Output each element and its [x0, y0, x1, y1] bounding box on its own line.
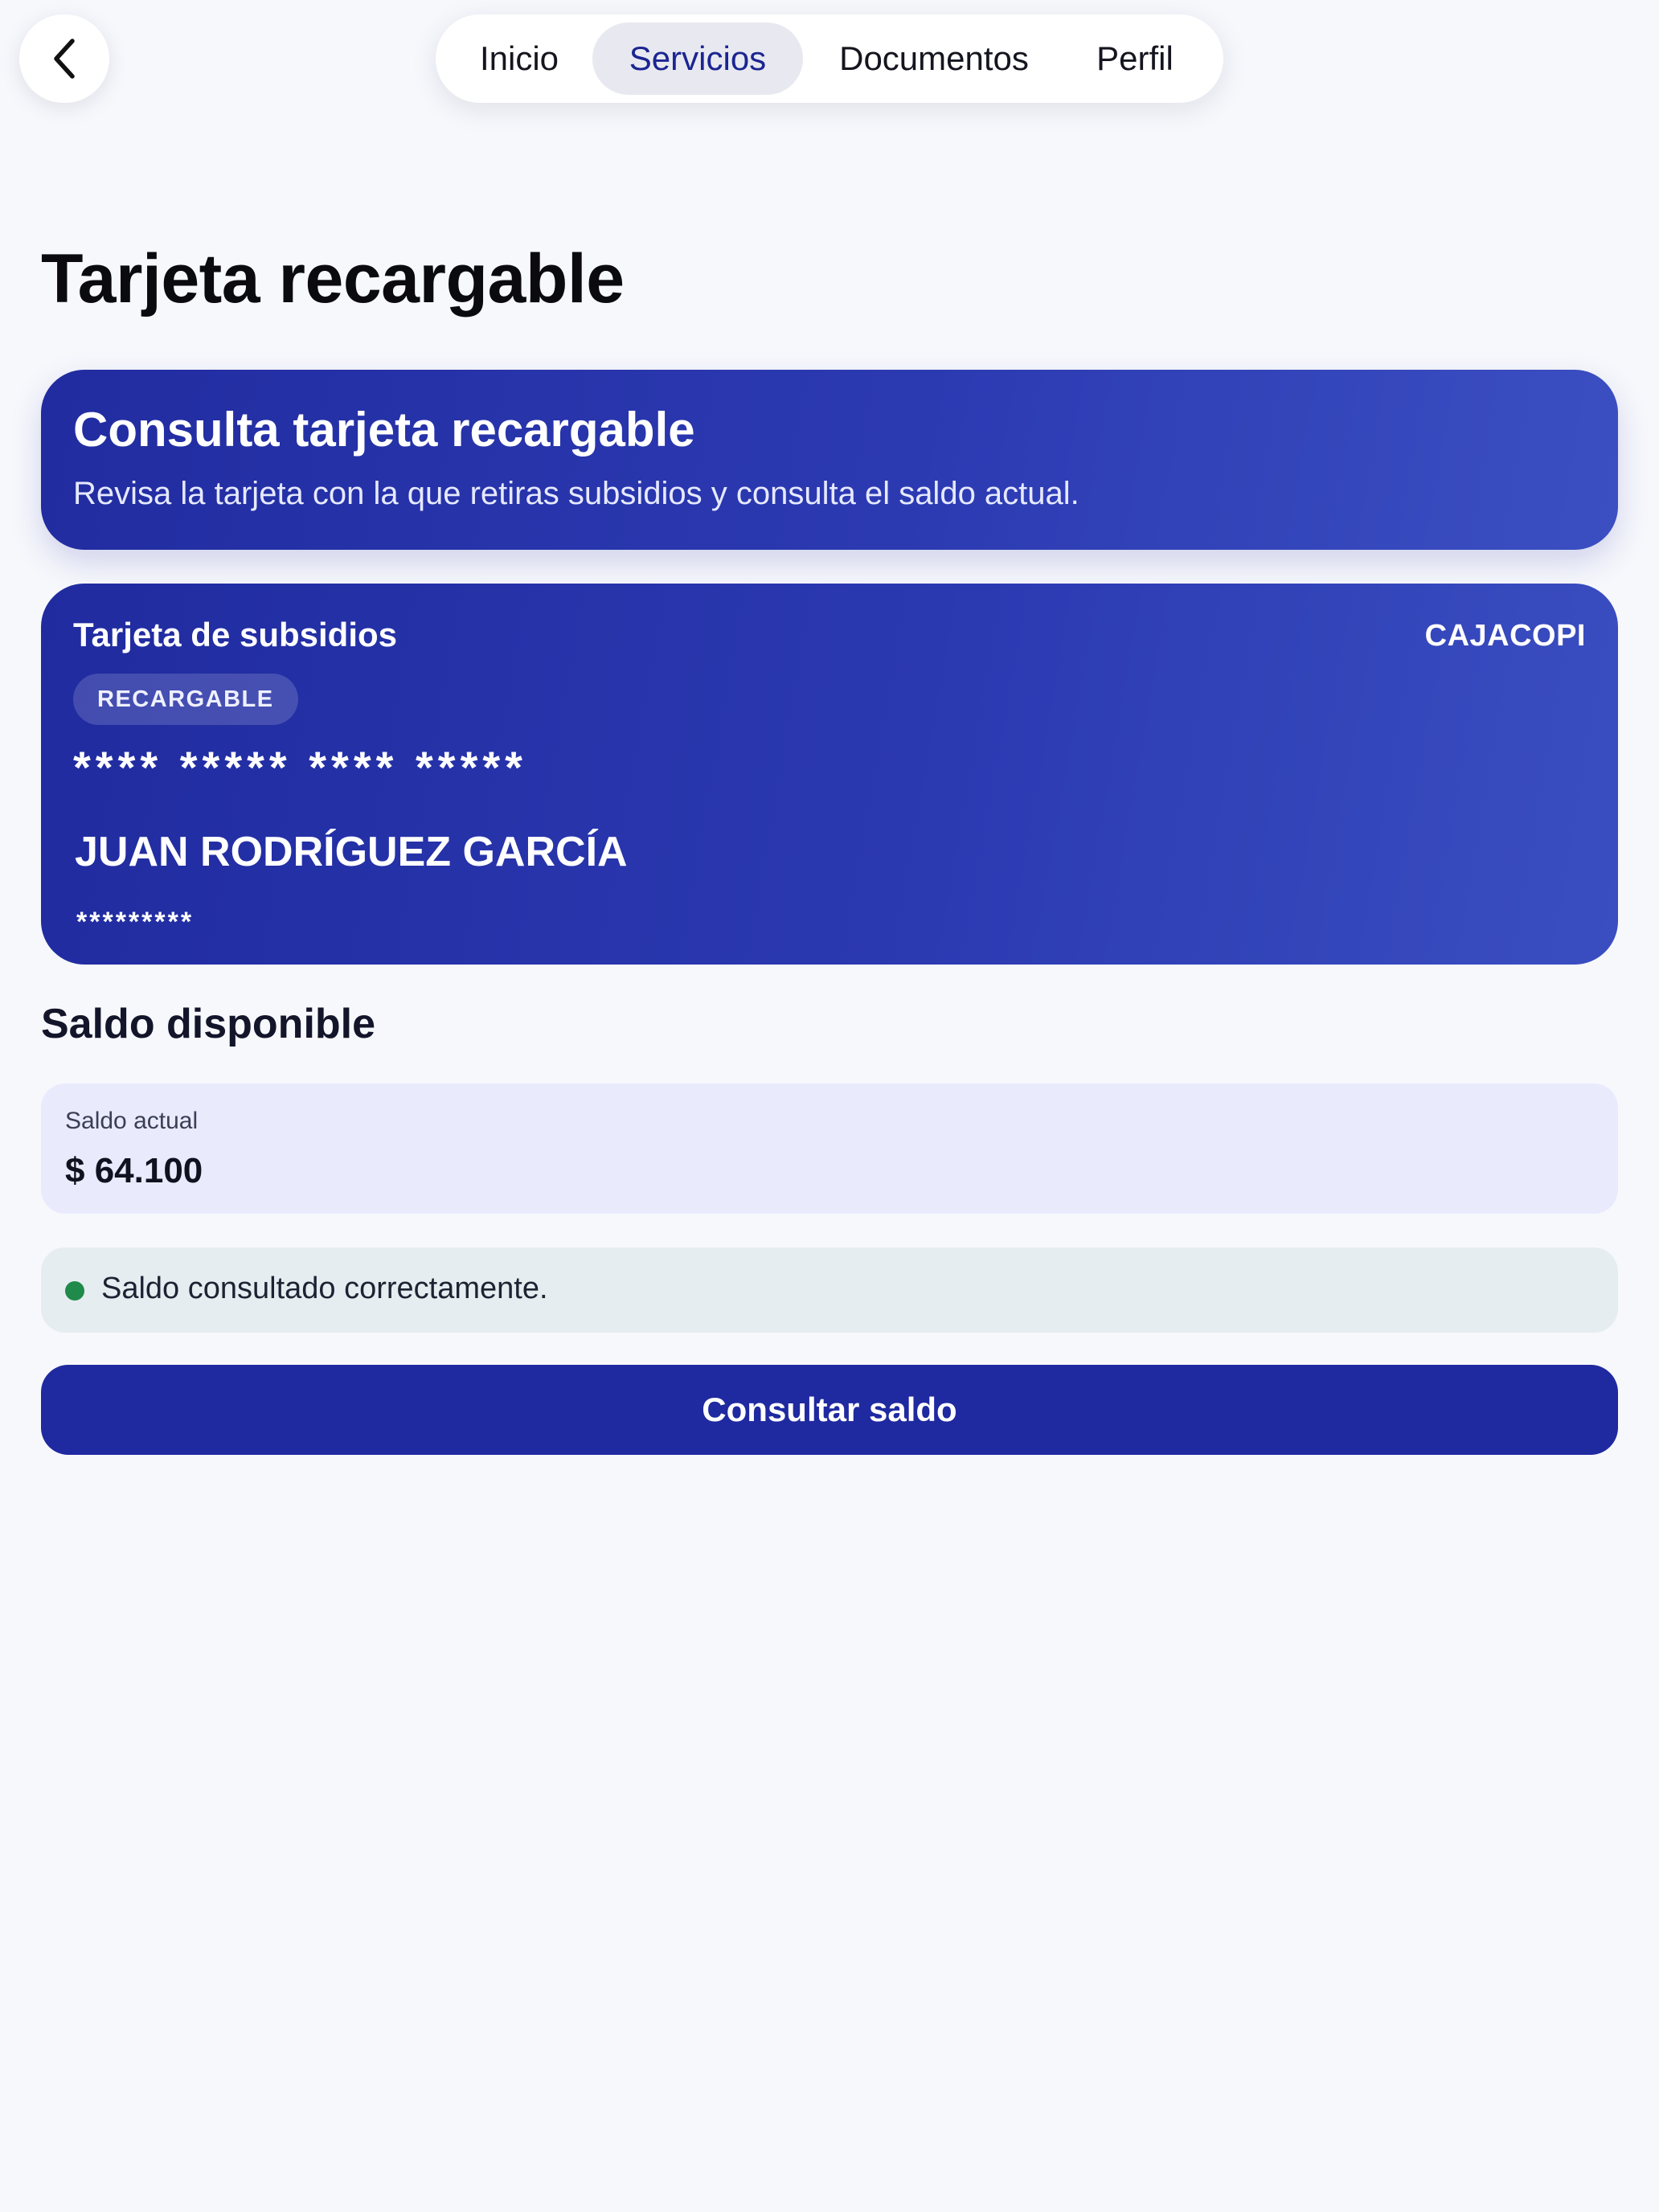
balance-box: Saldo actual $ 64.100: [41, 1083, 1618, 1214]
check-balance-button[interactable]: Consultar saldo: [41, 1365, 1618, 1455]
top-nav: Inicio Servicios Documentos Perfil: [436, 14, 1223, 103]
card-type-badge: RECARGABLE: [73, 674, 298, 725]
banner-title: Consulta tarjeta recargable: [73, 403, 695, 457]
status-text: Saldo consultado correctamente.: [101, 1272, 548, 1305]
card-document-number: *********: [76, 907, 195, 937]
card-number: **** ***** **** *****: [73, 742, 527, 793]
balance-value: $ 64.100: [65, 1151, 203, 1190]
balance-label: Saldo actual: [65, 1108, 199, 1134]
info-banner: Consulta tarjeta recargable Revisa la ta…: [41, 370, 1618, 550]
back-button[interactable]: [19, 14, 109, 103]
balance-section-title: Saldo disponible: [41, 1001, 376, 1047]
tab-perfil[interactable]: Perfil: [1063, 23, 1207, 95]
page-title: Tarjeta recargable: [41, 240, 625, 317]
banner-subtitle: Revisa la tarjeta con la que retiras sub…: [73, 476, 1079, 511]
tab-inicio[interactable]: Inicio: [452, 23, 587, 95]
card-holder-name: JUAN RODRÍGUEZ GARCÍA: [75, 829, 628, 875]
subsidy-card: Tarjeta de subsidios CAJACOPI RECARGABLE…: [41, 584, 1618, 965]
tab-documentos[interactable]: Documentos: [813, 23, 1055, 95]
card-title: Tarjeta de subsidios: [73, 616, 397, 653]
chevron-left-icon: [48, 36, 80, 81]
card-brand: CAJACOPI: [1424, 619, 1586, 653]
status-dot-icon: [65, 1281, 84, 1301]
tab-servicios[interactable]: Servicios: [592, 23, 803, 95]
status-message: Saldo consultado correctamente.: [41, 1247, 1618, 1333]
